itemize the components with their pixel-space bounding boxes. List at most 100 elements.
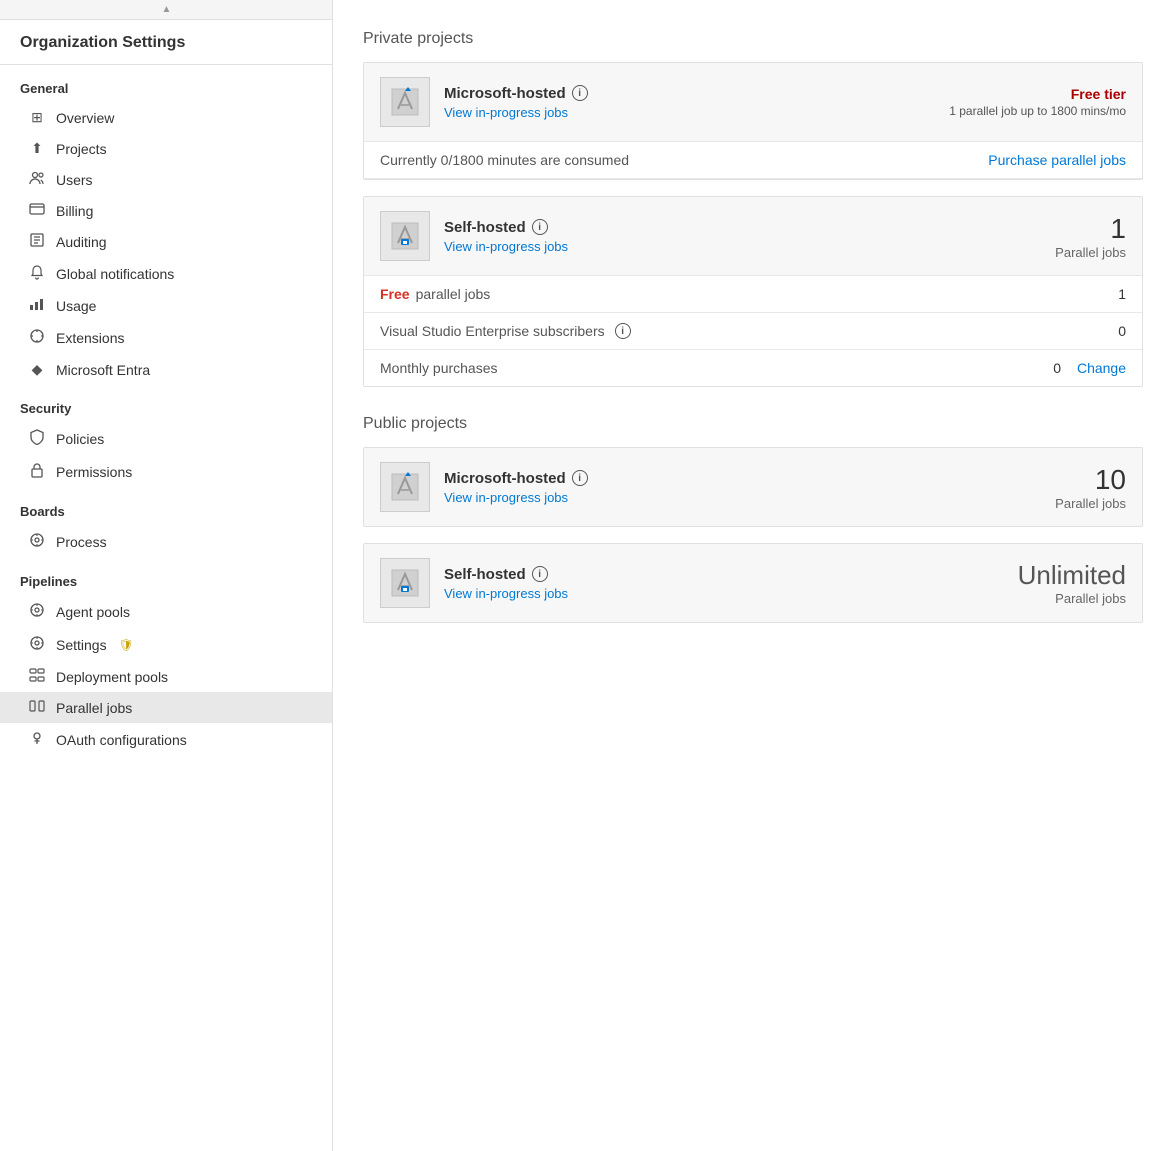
sidebar-item-label: Deployment pools: [56, 669, 168, 685]
sidebar-item-global-notifications[interactable]: Global notifications: [0, 257, 332, 290]
free-text: Free: [380, 286, 410, 302]
sidebar-item-auditing[interactable]: Auditing: [0, 226, 332, 257]
public-sh-icon: [380, 558, 430, 608]
sidebar-item-users[interactable]: Users: [0, 164, 332, 195]
sidebar-item-settings[interactable]: Settings 🛡: [0, 628, 332, 661]
sidebar-item-oauth-configurations[interactable]: OAuth configurations: [0, 723, 332, 756]
sidebar-item-label: Policies: [56, 431, 104, 447]
sidebar-item-parallel-jobs[interactable]: Parallel jobs: [0, 692, 332, 723]
billing-icon: [28, 202, 46, 219]
private-microsoft-hosted-card: Microsoft-hosted i View in-progress jobs…: [363, 62, 1143, 180]
private-sh-monthly-label: Monthly purchases: [380, 360, 1053, 376]
private-sh-monthly-value: 0 Change: [1053, 360, 1126, 376]
permissions-icon: [28, 462, 46, 481]
sidebar-item-label: Global notifications: [56, 266, 174, 282]
private-mh-icon: [380, 77, 430, 127]
public-projects-title: Public projects: [363, 415, 1143, 433]
private-projects-title: Private projects: [363, 30, 1143, 48]
sidebar-item-label: Overview: [56, 110, 114, 126]
private-sh-free-label: Free parallel jobs: [380, 286, 1066, 302]
private-sh-monthly-row: Monthly purchases 0 Change: [364, 350, 1142, 386]
sidebar-item-label: Microsoft Entra: [56, 362, 150, 378]
sidebar-item-label: Billing: [56, 203, 93, 219]
process-icon: [28, 532, 46, 551]
sidebar-item-label: OAuth configurations: [56, 732, 187, 748]
private-sh-name: Self-hosted i: [444, 219, 966, 236]
sidebar-item-label: Parallel jobs: [56, 700, 132, 716]
private-mh-info-circle[interactable]: i: [572, 85, 588, 101]
sidebar-item-label: Agent pools: [56, 604, 130, 620]
public-sh-name: Self-hosted i: [444, 566, 966, 583]
public-mh-icon: [380, 462, 430, 512]
sidebar-item-label: Process: [56, 534, 107, 550]
sidebar-item-process[interactable]: Process: [0, 525, 332, 558]
public-sh-info: Self-hosted i View in-progress jobs: [444, 566, 966, 601]
private-sh-header-row: Self-hosted i View in-progress jobs 1 Pa…: [364, 197, 1142, 276]
sidebar-item-billing[interactable]: Billing: [0, 195, 332, 226]
pipelines-section-header: Pipelines: [0, 558, 332, 595]
public-mh-status: 10 Parallel jobs: [966, 464, 1126, 511]
private-sh-free-value: 1: [1066, 286, 1126, 302]
sidebar-item-label: Usage: [56, 298, 96, 314]
public-sh-parallel-label: Parallel jobs: [966, 591, 1126, 606]
public-mh-link[interactable]: View in-progress jobs: [444, 490, 966, 505]
sidebar-item-label: Extensions: [56, 330, 124, 346]
purchase-parallel-jobs-link[interactable]: Purchase parallel jobs: [988, 152, 1126, 168]
sidebar-item-deployment-pools[interactable]: Deployment pools: [0, 661, 332, 692]
sidebar-item-label: Permissions: [56, 464, 132, 480]
scroll-up-arrow: ▲: [162, 4, 172, 15]
public-sh-status: Unlimited Parallel jobs: [966, 560, 1126, 606]
private-mh-info: Microsoft-hosted i View in-progress jobs: [444, 85, 949, 120]
sidebar-item-projects[interactable]: ⬆ Projects: [0, 133, 332, 164]
oauth-icon: [28, 730, 46, 749]
private-sh-parallel-count: 1: [966, 213, 1126, 245]
sidebar-item-label: Settings: [56, 637, 107, 653]
notifications-icon: [28, 264, 46, 283]
public-mh-info-circle[interactable]: i: [572, 470, 588, 486]
security-section-header: Security: [0, 385, 332, 422]
sidebar-item-policies[interactable]: Policies: [0, 422, 332, 455]
private-mh-header-row: Microsoft-hosted i View in-progress jobs…: [364, 63, 1142, 142]
projects-icon: ⬆: [28, 140, 46, 157]
public-microsoft-hosted-card: Microsoft-hosted i View in-progress jobs…: [363, 447, 1143, 527]
sidebar-item-label: Projects: [56, 141, 107, 157]
private-sh-status: 1 Parallel jobs: [966, 213, 1126, 260]
auditing-icon: [28, 233, 46, 250]
sidebar-item-overview[interactable]: ⊞ Overview: [0, 102, 332, 133]
private-sh-link[interactable]: View in-progress jobs: [444, 239, 966, 254]
vs-info-circle[interactable]: i: [615, 323, 631, 339]
public-sh-link[interactable]: View in-progress jobs: [444, 586, 966, 601]
private-sh-vs-label: Visual Studio Enterprise subscribers i: [380, 323, 1066, 339]
sidebar-item-label: Auditing: [56, 234, 107, 250]
private-mh-consumed-label: Currently 0/1800 minutes are consumed: [380, 152, 629, 168]
deployment-pools-icon: [28, 668, 46, 685]
boards-section-header: Boards: [0, 488, 332, 525]
main-content: Private projects Microsoft-hosted: [333, 0, 1173, 1151]
change-monthly-link[interactable]: Change: [1077, 360, 1126, 376]
private-sh-icon: [380, 211, 430, 261]
settings-icon: [28, 635, 46, 654]
private-mh-name: Microsoft-hosted i: [444, 85, 949, 102]
public-self-hosted-card: Self-hosted i View in-progress jobs Unli…: [363, 543, 1143, 623]
microsoft-entra-icon: ◆: [28, 361, 46, 378]
sidebar-item-usage[interactable]: Usage: [0, 290, 332, 321]
public-mh-header-row: Microsoft-hosted i View in-progress jobs…: [364, 448, 1142, 526]
sidebar-item-extensions[interactable]: Extensions: [0, 321, 332, 354]
sidebar-item-permissions[interactable]: Permissions: [0, 455, 332, 488]
parallel-jobs-icon: [28, 699, 46, 716]
private-mh-link[interactable]: View in-progress jobs: [444, 105, 949, 120]
general-section-header: General: [0, 65, 332, 102]
sidebar-item-agent-pools[interactable]: Agent pools: [0, 595, 332, 628]
org-settings-title: Organization Settings: [0, 20, 332, 65]
settings-badge-icon: 🛡: [119, 638, 134, 652]
private-sh-vs-row: Visual Studio Enterprise subscribers i 0: [364, 313, 1142, 350]
private-sh-vs-value: 0: [1066, 323, 1126, 339]
private-sh-parallel-label: Parallel jobs: [966, 245, 1126, 260]
private-sh-free-row: Free parallel jobs 1: [364, 276, 1142, 313]
private-mh-tier-label: Free tier: [949, 86, 1126, 102]
public-sh-info-circle[interactable]: i: [532, 566, 548, 582]
public-mh-info: Microsoft-hosted i View in-progress jobs: [444, 470, 966, 505]
private-sh-info-circle[interactable]: i: [532, 219, 548, 235]
public-mh-parallel-count: 10: [966, 464, 1126, 496]
sidebar-item-microsoft-entra[interactable]: ◆ Microsoft Entra: [0, 354, 332, 385]
